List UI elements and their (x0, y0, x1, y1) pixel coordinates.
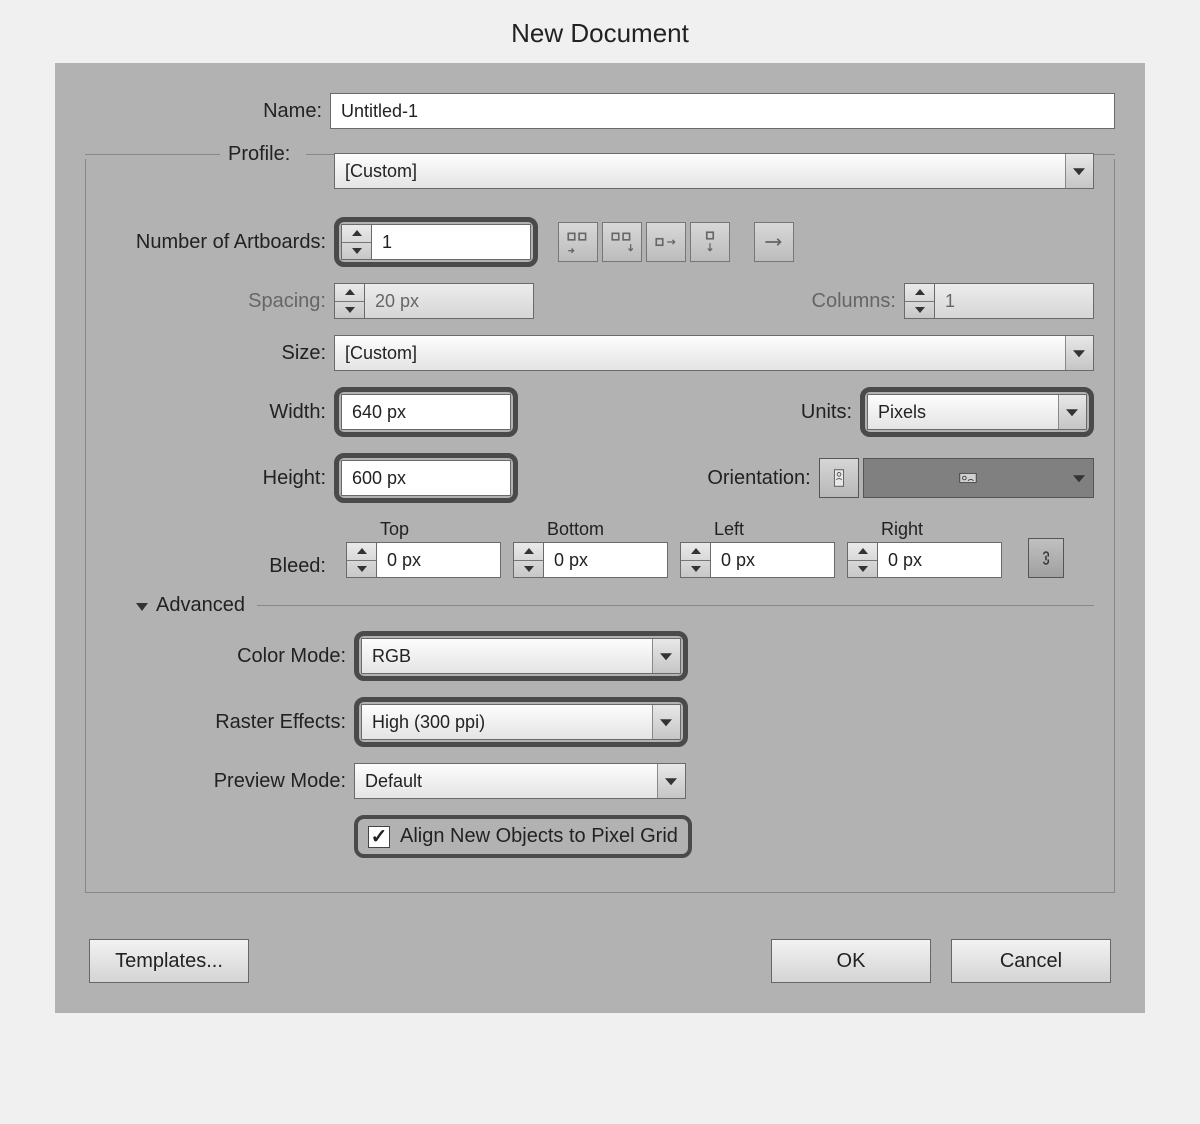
name-input[interactable] (330, 93, 1115, 129)
columns-spinner[interactable] (904, 283, 934, 319)
checkbox-icon: ✓ (368, 826, 390, 848)
advanced-label: Advanced (156, 594, 245, 617)
units-highlight: Pixels (860, 387, 1094, 437)
width-highlight (334, 387, 518, 437)
arrange-direction-icon[interactable] (754, 222, 794, 262)
color-mode-highlight: RGB (354, 631, 688, 681)
templates-button[interactable]: Templates... (89, 939, 249, 983)
profile-label: Profile: (228, 143, 298, 166)
preview-label: Preview Mode: (106, 770, 354, 793)
preview-select[interactable]: Default (354, 763, 686, 799)
size-label: Size: (106, 342, 334, 365)
new-document-dialog: Name: Profile: [Custom] Number of Artboa… (55, 63, 1145, 1013)
height-highlight (334, 453, 518, 503)
width-input[interactable] (341, 394, 511, 430)
bleed-label: Bleed: (106, 555, 334, 578)
preview-value: Default (365, 771, 422, 792)
profile-fieldset: Profile: [Custom] Number of Artboards: (85, 159, 1115, 893)
arrange-grid-col-icon[interactable] (602, 222, 642, 262)
color-mode-select[interactable]: RGB (361, 638, 681, 674)
spacing-label: Spacing: (106, 290, 334, 313)
orientation-label: Orientation: (707, 467, 818, 490)
bleed-top-spinner[interactable] (346, 542, 376, 578)
bleed-left-input[interactable] (710, 542, 835, 578)
arrange-row-icon[interactable] (646, 222, 686, 262)
units-select[interactable]: Pixels (867, 394, 1087, 430)
align-checkbox[interactable]: ✓ Align New Objects to Pixel Grid (368, 825, 678, 848)
raster-select[interactable]: High (300 ppi) (361, 704, 681, 740)
align-label: Align New Objects to Pixel Grid (400, 825, 678, 848)
color-mode-value: RGB (372, 646, 411, 667)
artboards-highlight (334, 217, 538, 267)
raster-label: Raster Effects: (106, 711, 354, 734)
ok-button[interactable]: OK (771, 939, 931, 983)
bleed-link-button[interactable] (1028, 538, 1064, 578)
height-label: Height: (106, 467, 334, 490)
bleed-right-spinner[interactable] (847, 542, 877, 578)
profile-select[interactable]: [Custom] (334, 153, 1094, 189)
size-select[interactable]: [Custom] (334, 335, 1094, 371)
bleed-bottom-input[interactable] (543, 542, 668, 578)
spacing-spinner[interactable] (334, 283, 364, 319)
name-label: Name: (85, 100, 330, 123)
columns-input[interactable] (934, 283, 1094, 319)
color-mode-label: Color Mode: (106, 645, 354, 668)
bleed-right-input[interactable] (877, 542, 1002, 578)
units-value: Pixels (878, 402, 926, 423)
artboards-input[interactable] (371, 224, 531, 260)
orientation-portrait-button[interactable] (819, 458, 859, 498)
bleed-bottom-label: Bottom (513, 519, 668, 540)
height-input[interactable] (341, 460, 511, 496)
bleed-bottom-spinner[interactable] (513, 542, 543, 578)
bleed-right-label: Right (847, 519, 1002, 540)
disclosure-triangle-icon (136, 594, 148, 617)
arrange-grid-row-icon[interactable] (558, 222, 598, 262)
artboards-spinner[interactable] (341, 224, 371, 260)
size-value: [Custom] (345, 343, 417, 364)
units-label: Units: (801, 401, 860, 424)
cancel-button[interactable]: Cancel (951, 939, 1111, 983)
columns-label: Columns: (812, 290, 904, 313)
raster-value: High (300 ppi) (372, 712, 485, 733)
bleed-left-label: Left (680, 519, 835, 540)
arrange-col-icon[interactable] (690, 222, 730, 262)
bleed-top-input[interactable] (376, 542, 501, 578)
align-highlight: ✓ Align New Objects to Pixel Grid (354, 815, 692, 858)
dialog-title: New Document (0, 0, 1200, 63)
spacing-input[interactable] (364, 283, 534, 319)
raster-highlight: High (300 ppi) (354, 697, 688, 747)
bleed-left-spinner[interactable] (680, 542, 710, 578)
advanced-header[interactable]: Advanced (136, 594, 1094, 617)
bleed-top-label: Top (346, 519, 501, 540)
artboards-label: Number of Artboards: (106, 231, 334, 254)
width-label: Width: (106, 401, 334, 424)
orientation-landscape-button[interactable] (863, 458, 1094, 498)
profile-value: [Custom] (345, 161, 417, 182)
